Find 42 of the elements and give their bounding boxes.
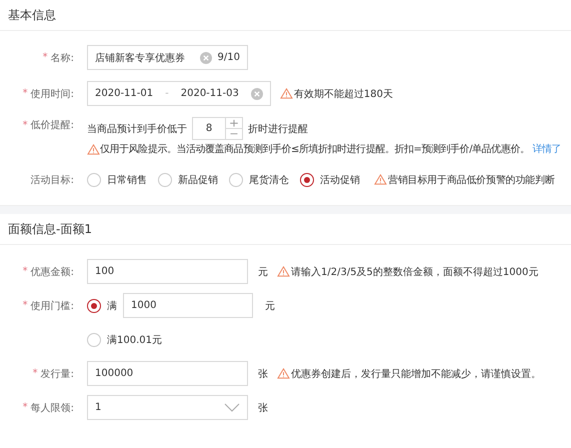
name-field[interactable]: 店铺新客专享优惠券 9/10 (87, 45, 248, 70)
radio-label[interactable]: 日常销售 (107, 172, 147, 186)
field-label: 活动目标: (30, 174, 74, 186)
date-range-field[interactable]: 2020-11-01 - 2020-11-03 (87, 81, 271, 106)
required-mark: * (22, 402, 28, 413)
section-title: 面额信息-面额1 (8, 220, 92, 238)
field-label: 每人限领: (30, 402, 74, 414)
required-mark: * (22, 266, 28, 277)
radio-label[interactable]: 活动促销 (320, 172, 360, 186)
required-mark: * (22, 300, 28, 311)
prefix-text: 当商品预计到手价低于 (87, 122, 187, 136)
required-mark: * (32, 368, 38, 379)
field-label: 优惠金额: (30, 266, 74, 278)
quantity-field[interactable]: 100000 (87, 361, 248, 386)
warning-text: 有效期不能超过180天 (294, 88, 393, 100)
required-mark: * (42, 52, 48, 63)
warning-text: 优惠券创建后，发行量只能增加不能减少，请谨慎设置。 (291, 368, 541, 380)
unit-text: 张 (258, 368, 268, 380)
threshold-field[interactable]: 1000 (123, 293, 253, 318)
radio-label[interactable]: 满 (107, 298, 117, 312)
limit-dropdown[interactable]: 1 (87, 395, 248, 420)
required-mark: * (22, 120, 28, 130)
suffix-text: 折时进行提醒 (248, 122, 308, 136)
risk-note: 仅用于风险提示。当活动覆盖商品预测到手价≤所填折扣时进行提醒。折扣=预测到手价/单品优惠价。 (100, 142, 530, 156)
field-label: 名称: (50, 52, 74, 64)
unit-text: 元 (265, 300, 275, 312)
unit-text: 张 (258, 402, 268, 414)
warning-text: 请输入1/2/3/5及5的整数倍金额，面额不得超过1000元 (291, 266, 538, 278)
radio-label[interactable]: 尾货清仓 (249, 172, 289, 186)
field-label: 发行量: (40, 368, 74, 380)
required-mark: * (22, 88, 28, 99)
warning-text: 营销目标用于商品低价预警的功能判断 (388, 174, 555, 186)
section-title: 基本信息 (8, 6, 56, 24)
field-label: 使用门槛: (30, 300, 74, 312)
field-label: 使用时间: (30, 88, 74, 100)
unit-text: 元 (258, 266, 268, 278)
number-stepper[interactable]: 8 (192, 117, 243, 140)
field-label: 低价提醒: (30, 119, 74, 132)
character-counter: 9/10 (218, 52, 240, 63)
radio-label[interactable]: 新品促销 (178, 172, 218, 186)
amount-field[interactable]: 100 (87, 259, 248, 284)
radio-label[interactable]: 满100.01元 (107, 332, 162, 346)
